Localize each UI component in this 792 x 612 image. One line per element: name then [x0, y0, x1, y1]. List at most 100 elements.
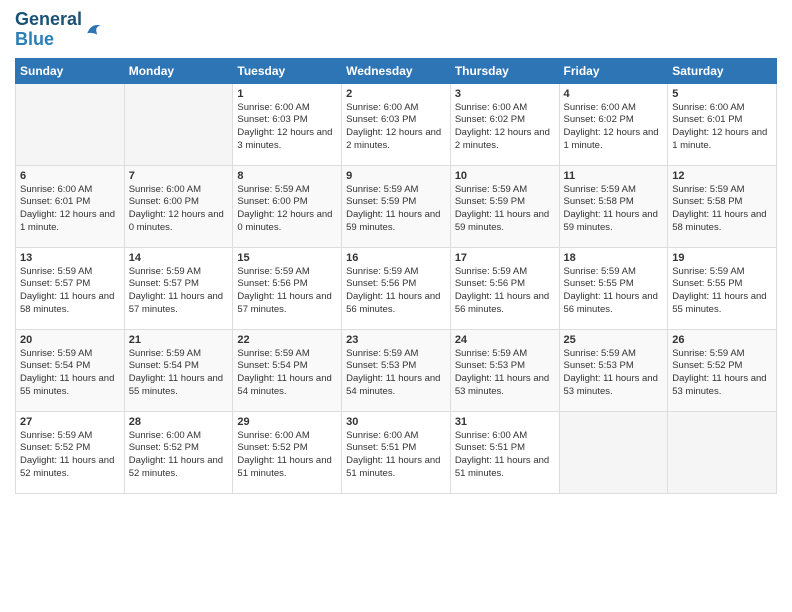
day-detail: Daylight: 11 hours and 56 minutes. [455, 291, 555, 317]
day-detail: Daylight: 12 hours and 3 minutes. [237, 127, 337, 153]
day-detail: Daylight: 11 hours and 54 minutes. [237, 373, 337, 399]
day-detail: Sunrise: 5:59 AM [672, 348, 772, 361]
day-detail: Sunset: 5:54 PM [20, 360, 120, 373]
calendar-cell: 21Sunrise: 5:59 AMSunset: 5:54 PMDayligh… [124, 329, 233, 411]
calendar-week-3: 13Sunrise: 5:59 AMSunset: 5:57 PMDayligh… [16, 247, 777, 329]
day-detail: Sunrise: 6:00 AM [20, 184, 120, 197]
day-number: 17 [455, 252, 555, 264]
day-detail: Daylight: 11 hours and 57 minutes. [237, 291, 337, 317]
day-number: 21 [129, 334, 229, 346]
calendar-cell: 27Sunrise: 5:59 AMSunset: 5:52 PMDayligh… [16, 411, 125, 493]
calendar-cell: 22Sunrise: 5:59 AMSunset: 5:54 PMDayligh… [233, 329, 342, 411]
day-detail: Sunrise: 5:59 AM [672, 184, 772, 197]
day-header-saturday: Saturday [668, 58, 777, 83]
calendar-cell: 11Sunrise: 5:59 AMSunset: 5:58 PMDayligh… [559, 165, 668, 247]
day-number: 25 [564, 334, 664, 346]
calendar-header-row: SundayMondayTuesdayWednesdayThursdayFrid… [16, 58, 777, 83]
calendar-cell: 17Sunrise: 5:59 AMSunset: 5:56 PMDayligh… [450, 247, 559, 329]
calendar-cell: 18Sunrise: 5:59 AMSunset: 5:55 PMDayligh… [559, 247, 668, 329]
calendar-cell: 26 Sunrise: 5:59 AMSunset: 5:52 PMDayligh… [668, 329, 777, 411]
calendar-cell: 30Sunrise: 6:00 AMSunset: 5:51 PMDayligh… [342, 411, 451, 493]
day-detail: Sunrise: 5:59 AM [564, 348, 664, 361]
calendar-cell: 14 Sunrise: 5:59 AMSunset: 5:57 PMDayligh… [124, 247, 233, 329]
calendar-cell [668, 411, 777, 493]
day-number: 1 [237, 88, 337, 100]
day-detail: Daylight: 11 hours and 55 minutes. [20, 373, 120, 399]
day-detail: Daylight: 11 hours and 51 minutes. [455, 455, 555, 481]
day-detail: Sunset: 5:57 PM [129, 278, 229, 291]
day-detail: Daylight: 12 hours and 1 minute. [20, 209, 120, 235]
calendar-cell: 24 Sunrise: 5:59 AMSunset: 5:53 PMDayligh… [450, 329, 559, 411]
day-header-thursday: Thursday [450, 58, 559, 83]
day-detail: Sunrise: 5:59 AM [346, 184, 446, 197]
day-detail: Sunrise: 5:59 AM [20, 266, 120, 279]
day-number: 27 [20, 416, 120, 428]
calendar-cell: 23Sunrise: 5:59 AMSunset: 5:53 PMDayligh… [342, 329, 451, 411]
day-detail: Sunset: 6:02 PM [564, 114, 664, 127]
day-header-tuesday: Tuesday [233, 58, 342, 83]
day-detail: Sunrise: 5:59 AM [455, 184, 555, 197]
day-detail: Daylight: 12 hours and 0 minutes. [129, 209, 229, 235]
day-detail: Sunset: 5:52 PM [129, 442, 229, 455]
day-detail: Sunrise: 5:59 AM [455, 348, 555, 361]
day-detail: Daylight: 11 hours and 59 minutes. [564, 209, 664, 235]
calendar-cell: 3Sunrise: 6:00 AMSunset: 6:02 PMDaylight… [450, 83, 559, 165]
day-detail: Daylight: 12 hours and 2 minutes. [346, 127, 446, 153]
calendar-cell [559, 411, 668, 493]
day-detail: Sunrise: 5:59 AM [346, 266, 446, 279]
day-number: 31 [455, 416, 555, 428]
day-detail: Sunset: 6:03 PM [346, 114, 446, 127]
day-detail: Sunset: 5:53 PM [455, 360, 555, 373]
calendar-cell: 1Sunrise: 6:00 AMSunset: 6:03 PMDaylight… [233, 83, 342, 165]
day-detail: Daylight: 11 hours and 58 minutes. [672, 209, 772, 235]
day-detail: Daylight: 12 hours and 1 minute. [564, 127, 664, 153]
calendar-cell [124, 83, 233, 165]
day-detail: Daylight: 12 hours and 2 minutes. [455, 127, 555, 153]
day-number: 24 [455, 334, 555, 346]
day-number: 14 [129, 252, 229, 264]
day-detail: Daylight: 11 hours and 55 minutes. [672, 291, 772, 317]
day-header-wednesday: Wednesday [342, 58, 451, 83]
calendar-cell: 6Sunrise: 6:00 AMSunset: 6:01 PMDaylight… [16, 165, 125, 247]
day-detail: Daylight: 11 hours and 53 minutes. [455, 373, 555, 399]
day-detail: Sunrise: 6:00 AM [564, 102, 664, 115]
day-detail: Sunrise: 6:00 AM [672, 102, 772, 115]
calendar-cell: 16Sunrise: 5:59 AMSunset: 5:56 PMDayligh… [342, 247, 451, 329]
day-detail: Sunrise: 6:00 AM [237, 102, 337, 115]
day-number: 28 [129, 416, 229, 428]
day-detail: Daylight: 11 hours and 51 minutes. [237, 455, 337, 481]
header: GeneralBlue [15, 10, 777, 50]
day-detail: Sunset: 5:52 PM [672, 360, 772, 373]
calendar-cell: 13Sunrise: 5:59 AMSunset: 5:57 PMDayligh… [16, 247, 125, 329]
day-detail: Daylight: 11 hours and 53 minutes. [672, 373, 772, 399]
calendar-week-4: 20Sunrise: 5:59 AMSunset: 5:54 PMDayligh… [16, 329, 777, 411]
day-number: 11 [564, 170, 664, 182]
day-number: 22 [237, 334, 337, 346]
day-detail: Daylight: 11 hours and 57 minutes. [129, 291, 229, 317]
day-detail: Sunset: 5:59 PM [346, 196, 446, 209]
main-container: GeneralBlue SundayMondayTuesdayWednesday… [0, 0, 792, 504]
day-number: 19 [672, 252, 772, 264]
day-number: 7 [129, 170, 229, 182]
day-detail: Daylight: 11 hours and 52 minutes. [129, 455, 229, 481]
day-detail: Sunrise: 6:00 AM [129, 430, 229, 443]
calendar-cell: 7Sunrise: 6:00 AMSunset: 6:00 PMDaylight… [124, 165, 233, 247]
day-detail: Sunrise: 6:00 AM [346, 102, 446, 115]
calendar-cell: 2Sunrise: 6:00 AMSunset: 6:03 PMDaylight… [342, 83, 451, 165]
day-number: 16 [346, 252, 446, 264]
day-number: 5 [672, 88, 772, 100]
day-detail: Sunset: 6:00 PM [237, 196, 337, 209]
day-detail: Sunrise: 6:00 AM [237, 430, 337, 443]
calendar-cell: 5Sunrise: 6:00 AMSunset: 6:01 PMDaylight… [668, 83, 777, 165]
day-detail: Daylight: 11 hours and 53 minutes. [564, 373, 664, 399]
day-detail: Sunset: 5:58 PM [564, 196, 664, 209]
day-detail: Sunset: 6:00 PM [129, 196, 229, 209]
day-number: 10 [455, 170, 555, 182]
calendar-week-1: 1Sunrise: 6:00 AMSunset: 6:03 PMDaylight… [16, 83, 777, 165]
day-detail: Sunset: 5:54 PM [237, 360, 337, 373]
day-detail: Sunrise: 5:59 AM [129, 266, 229, 279]
day-detail: Daylight: 11 hours and 52 minutes. [20, 455, 120, 481]
day-number: 26 [672, 334, 772, 346]
day-number: 15 [237, 252, 337, 264]
day-detail: Sunrise: 5:59 AM [455, 266, 555, 279]
